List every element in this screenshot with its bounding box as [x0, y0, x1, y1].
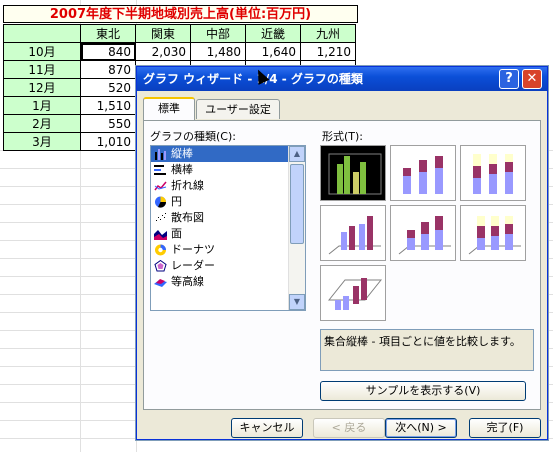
- table-row: 10月 840 2,030 1,480 1,640 1,210: [3, 42, 356, 61]
- column-header[interactable]: 近畿: [245, 24, 301, 43]
- scatter-chart-icon: [156, 213, 166, 221]
- list-item[interactable]: 散布図: [151, 210, 305, 226]
- list-item[interactable]: 面: [151, 226, 305, 242]
- close-button[interactable]: ✕: [522, 69, 542, 89]
- bar-chart-icon: [154, 165, 166, 175]
- list-scrollbar[interactable]: ▲ ▼: [288, 146, 305, 310]
- list-item[interactable]: 等高線: [151, 274, 305, 290]
- cell[interactable]: 1,010: [80, 132, 136, 151]
- column-header[interactable]: 東北: [80, 24, 136, 43]
- tab-panel: グラフの種類(C): 形式(T): 縦棒 横棒 折れ線 円 散布図 面 ドーナツ…: [143, 120, 541, 410]
- 3d-clustered-column-icon: [328, 216, 381, 255]
- list-item-label: 円: [171, 195, 182, 208]
- column-header[interactable]: 九州: [300, 24, 356, 43]
- corner-cell[interactable]: [3, 24, 81, 43]
- cell[interactable]: 1,480: [190, 42, 246, 61]
- scroll-down-button[interactable]: ▼: [289, 294, 305, 310]
- row-label[interactable]: 2月: [3, 114, 81, 133]
- list-item-label: 横棒: [171, 163, 193, 176]
- row-label[interactable]: 12月: [3, 78, 81, 97]
- list-item[interactable]: 円: [151, 194, 305, 210]
- cell[interactable]: 840: [80, 42, 136, 61]
- chart-type-list[interactable]: 縦棒 横棒 折れ線 円 散布図 面 ドーナツ レーダー 等高線 ▲ ▼: [150, 145, 306, 311]
- 3d-stacked-column-icon: [398, 216, 451, 255]
- subtype-3d-column[interactable]: [320, 265, 386, 321]
- radar-chart-icon: [154, 260, 167, 272]
- subtype-100-stacked-column[interactable]: [460, 145, 526, 201]
- list-item-label: 折れ線: [171, 179, 204, 192]
- clustered-column-icon: [328, 153, 382, 195]
- cell[interactable]: 1,640: [245, 42, 301, 61]
- list-item-label: 面: [171, 227, 182, 240]
- chart-type-label: グラフの種類(C):: [150, 130, 236, 143]
- chart-description: 集合縦棒 - 項目ごとに値を比較します。: [320, 329, 534, 371]
- scroll-thumb[interactable]: [290, 164, 304, 244]
- 3d-column-icon: [327, 278, 383, 310]
- pie-chart-icon: [155, 196, 167, 208]
- cell[interactable]: 1,210: [300, 42, 356, 61]
- cell[interactable]: 550: [80, 114, 136, 133]
- cell[interactable]: 2,030: [135, 42, 191, 61]
- column-header[interactable]: 関東: [135, 24, 191, 43]
- row-label[interactable]: 3月: [3, 132, 81, 151]
- finish-button[interactable]: 完了(F): [469, 418, 541, 438]
- sheet-title-cell[interactable]: 2007年度下半期地域別売上高(単位:百万円): [3, 5, 358, 23]
- doughnut-chart-icon: [155, 244, 166, 256]
- list-item[interactable]: 縦棒: [151, 146, 305, 162]
- subtype-stacked-column[interactable]: [390, 145, 456, 201]
- list-item-label: レーダー: [171, 259, 215, 272]
- 3d-percent-stacked-column-icon: [468, 216, 521, 255]
- list-item[interactable]: 折れ線: [151, 178, 305, 194]
- row-label[interactable]: 11月: [3, 60, 81, 79]
- subtype-3d-100-stacked-column[interactable]: [460, 205, 526, 261]
- cell[interactable]: 870: [80, 60, 136, 79]
- subtype-3d-stacked-column[interactable]: [390, 205, 456, 261]
- list-item-label: 縦棒: [171, 147, 193, 160]
- tab-custom[interactable]: ユーザー設定: [196, 99, 280, 119]
- list-item[interactable]: ドーナツ: [151, 242, 305, 258]
- list-item-label: ドーナツ: [171, 243, 215, 256]
- row-label[interactable]: 10月: [3, 42, 81, 61]
- column-header[interactable]: 中部: [190, 24, 246, 43]
- cancel-button[interactable]: キャンセル: [231, 418, 303, 438]
- list-item-label: 散布図: [171, 211, 204, 224]
- cell[interactable]: 520: [80, 78, 136, 97]
- surface-chart-icon: [154, 279, 167, 287]
- subtype-clustered-column[interactable]: [320, 145, 386, 201]
- dialog-titlebar[interactable]: グラフ ウィザード - 1/4 - グラフの種類: [137, 67, 547, 91]
- chart-subtype-grid: [320, 145, 534, 323]
- next-button[interactable]: 次へ(N) >: [385, 418, 457, 438]
- cell[interactable]: 1,510: [80, 96, 136, 115]
- subtype-3d-clustered-column[interactable]: [320, 205, 386, 261]
- chart-wizard-dialog: グラフ ウィザード - 1/4 - グラフの種類 ? ✕ 標準 ユーザー設定 グ…: [136, 66, 548, 440]
- stacked-column-icon: [403, 156, 443, 194]
- show-sample-button[interactable]: サンプルを表示する(V): [320, 381, 526, 401]
- line-chart-icon: [154, 181, 167, 191]
- list-item[interactable]: 横棒: [151, 162, 305, 178]
- tab-standard[interactable]: 標準: [143, 97, 195, 120]
- area-chart-icon: [154, 230, 167, 240]
- list-item-label: 等高線: [171, 275, 204, 288]
- list-item[interactable]: レーダー: [151, 258, 305, 274]
- percent-stacked-column-icon: [473, 154, 513, 194]
- scroll-up-button[interactable]: ▲: [289, 146, 305, 162]
- header-row: 東北 関東 中部 近畿 九州: [3, 24, 356, 43]
- back-button[interactable]: < 戻る: [313, 418, 385, 438]
- help-button[interactable]: ?: [499, 69, 519, 89]
- column-chart-icon: [155, 149, 166, 160]
- row-label[interactable]: 1月: [3, 96, 81, 115]
- subtype-label: 形式(T):: [322, 130, 364, 143]
